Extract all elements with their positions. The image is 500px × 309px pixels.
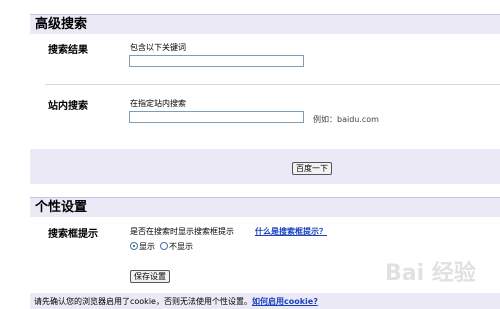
enable-cookie-link[interactable]: 如何启用cookie? [252, 296, 318, 307]
advanced-search-panel: 搜索结果 包含以下关键词 站内搜索 在指定站内搜索 例如：baidu.com [30, 34, 500, 149]
show-label: 显示 [139, 242, 155, 251]
save-settings-button[interactable]: 保存设置 [130, 270, 170, 283]
search-button-band: 百度一下 [30, 149, 500, 184]
search-hint-label: 搜索框提示 [48, 229, 98, 240]
search-result-label: 搜索结果 [48, 45, 88, 56]
search-button[interactable]: 百度一下 [292, 162, 332, 175]
advanced-search-header: 高级搜索 [30, 14, 500, 34]
cookie-notice: 请先确认您的浏览器启用了cookie，否则无法使用个性设置。 [34, 297, 252, 306]
personal-settings-title: 个性设置 [35, 200, 88, 215]
search-result-hint: 包含以下关键词 [130, 43, 186, 52]
section-divider [45, 84, 500, 85]
baidu-jingyan-watermark: Bai 经验 [385, 261, 476, 286]
show-radio[interactable] [130, 242, 138, 250]
site-input[interactable] [129, 111, 304, 123]
site-search-label: 站内搜索 [48, 101, 88, 112]
search-hint-question: 是否在搜索时显示搜索框提示 [130, 227, 234, 236]
hide-label: 不显示 [169, 242, 193, 251]
site-search-hint: 在指定站内搜索 [130, 99, 186, 108]
footer-band: 请先确认您的浏览器启用了cookie，否则无法使用个性设置。 如何启用cooki… [30, 293, 500, 309]
what-is-hint-link[interactable]: 什么是搜索框提示？ [255, 226, 327, 237]
hide-radio[interactable] [160, 242, 168, 250]
site-example: 例如：baidu.com [313, 115, 379, 124]
advanced-search-title: 高级搜索 [35, 17, 88, 32]
keyword-input[interactable] [129, 55, 304, 67]
personal-settings-header: 个性设置 [30, 197, 500, 217]
